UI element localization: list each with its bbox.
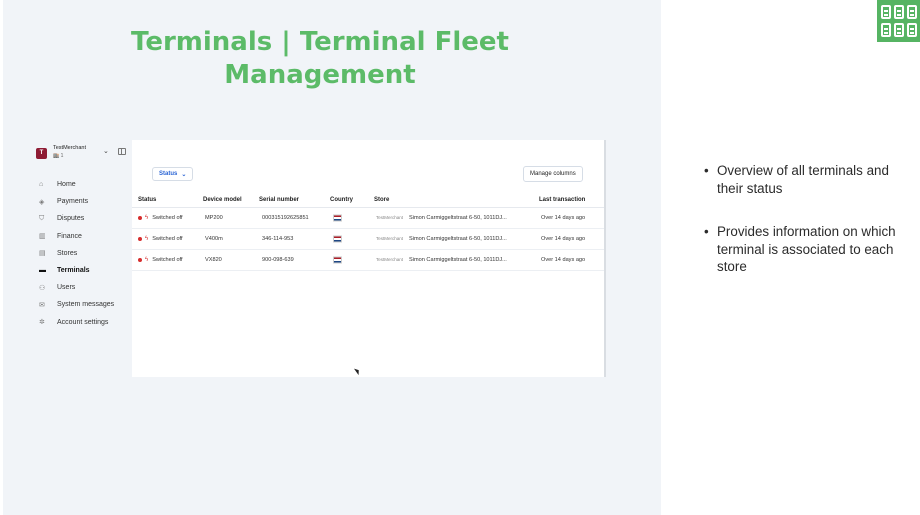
country-cell [333,256,342,264]
sidebar-nav: ⌂ Home ◈ Payments ⛉ Disputes ▥ Finance ▤… [39,176,131,331]
table-row[interactable]: ϟ Switched off VX820 900-098-639 TestMerc… [132,250,604,271]
power-off-icon: ϟ [145,215,149,221]
bullet-item: Provides information on which terminal i… [704,223,904,276]
users-icon: ⚇ [39,284,46,292]
chevron-down-icon: ⌄ [181,171,187,178]
sidebar-item-label: Payments [57,198,89,206]
country-cell [333,214,342,222]
column-header-device-model[interactable]: Device model [203,197,242,203]
stores-icon: ▤ [39,250,46,258]
status-text: Switched off [152,236,183,242]
store-cell: TestMerchant Simon Carmiggeltstraat 6-50,… [376,257,507,263]
merchant-switcher[interactable]: T TestMerchant 🏬 1 ⌄ [36,145,128,163]
terminals-icon: ▬ [39,267,46,275]
sidebar-item-account-settings[interactable]: ✲ Account settings [39,314,131,331]
finance-icon: ▥ [39,233,46,241]
column-header-store[interactable]: Store [374,197,389,203]
store-cell: TestMerchant Simon Carmiggeltstraat 6-50,… [376,215,507,221]
slide-bullet-list: Overview of all terminals and their stat… [704,162,904,302]
sidebar-item-home[interactable]: ⌂ Home [39,176,131,193]
sidebar-item-users[interactable]: ⚇ Users [39,279,131,296]
table-header: Status Device model Serial number Countr… [132,192,604,208]
column-header-status[interactable]: Status [138,197,156,203]
sidebar-item-label: Account settings [57,318,109,326]
merchant-avatar: T [36,148,47,159]
sidebar-item-label: Users [57,284,76,292]
status-text: Switched off [152,257,183,263]
column-header-country[interactable]: Country [330,197,353,203]
store-cell: TestMerchant Simon Carmiggeltstraat 6-50,… [376,236,507,242]
store-address: Simon Carmiggeltstraat 6-50, 1011DJ... [409,257,507,263]
chevron-down-icon: ⌄ [103,148,109,155]
brand-logo-icon [877,0,920,42]
status-cell: ϟ Switched off [138,257,183,263]
column-header-serial-number[interactable]: Serial number [259,197,299,203]
country-cell [333,235,342,243]
sidebar-item-label: Finance [57,232,82,240]
status-dot-icon [138,215,142,220]
serial-number-cell: 900-098-639 [262,257,294,263]
last-transaction-cell: Over 14 days ago [541,257,586,263]
store-merchant-tag: TestMerchant [376,257,404,262]
serial-number-cell: 000315192625851 [262,215,309,221]
table-row[interactable]: ϟ Switched off V400m 346-114-953 TestMerc… [132,229,604,250]
power-off-icon: ϟ [145,236,149,242]
column-header-last-transaction[interactable]: Last transaction [539,197,585,203]
payments-icon: ◈ [39,198,45,206]
sidebar-item-payments[interactable]: ◈ Payments [39,193,131,210]
sidebar-item-label: Disputes [57,215,85,223]
last-transaction-cell: Over 14 days ago [541,236,586,242]
device-model-cell: V400m [205,236,223,242]
status-dot-icon [138,257,142,262]
slide-title: Terminals | Terminal Fleet Management [131,27,509,90]
settings-icon: ✲ [39,319,45,327]
last-transaction-cell: Over 14 days ago [541,215,586,221]
home-icon: ⌂ [39,181,44,189]
sidebar-item-finance[interactable]: ▥ Finance [39,228,131,245]
terminals-panel: Status ⌄ Manage columns Status Device mo… [132,140,606,377]
netherlands-flag-icon [333,235,342,243]
merchant-store-count: 🏬 1 [53,153,64,159]
merchant-name: TestMerchant [53,145,87,151]
status-filter-button[interactable]: Status ⌄ [152,167,194,181]
sidebar-item-system-messages[interactable]: ✉ System messages [39,296,131,313]
store-address: Simon Carmiggeltstraat 6-50, 1011DJ... [409,236,507,242]
table-row[interactable]: ϟ Switched off MP200 000315192625851 Test… [132,208,604,229]
serial-number-cell: 346-114-953 [262,236,294,242]
sidebar-collapse-icon[interactable] [118,148,126,155]
device-model-cell: VX820 [205,257,222,263]
sidebar-item-terminals[interactable]: ▬ Terminals [39,262,131,279]
sidebar-item-label: System messages [57,301,115,309]
netherlands-flag-icon [333,256,342,264]
disputes-icon: ⛉ [39,214,45,222]
sidebar-item-label: Stores [57,249,78,257]
store-address: Simon Carmiggeltstraat 6-50, 1011DJ... [409,215,507,221]
messages-icon: ✉ [39,301,45,309]
status-text: Switched off [152,215,183,221]
sidebar-item-label: Home [57,181,76,189]
status-dot-icon [138,236,142,241]
terminals-table: Status Device model Serial number Countr… [132,192,604,271]
bullet-item: Overview of all terminals and their stat… [704,162,904,197]
store-merchant-tag: TestMerchant [376,215,404,220]
status-cell: ϟ Switched off [138,236,183,242]
device-model-cell: MP200 [205,215,223,221]
sidebar-item-stores[interactable]: ▤ Stores [39,245,131,262]
status-filter-label: Status [159,171,178,177]
sidebar-item-label: Terminals [57,267,90,275]
status-cell: ϟ Switched off [138,215,183,221]
manage-columns-button[interactable]: Manage columns [523,166,583,182]
netherlands-flag-icon [333,214,342,222]
power-off-icon: ϟ [145,257,149,263]
store-merchant-tag: TestMerchant [376,236,404,241]
sidebar-item-disputes[interactable]: ⛉ Disputes [39,210,131,227]
